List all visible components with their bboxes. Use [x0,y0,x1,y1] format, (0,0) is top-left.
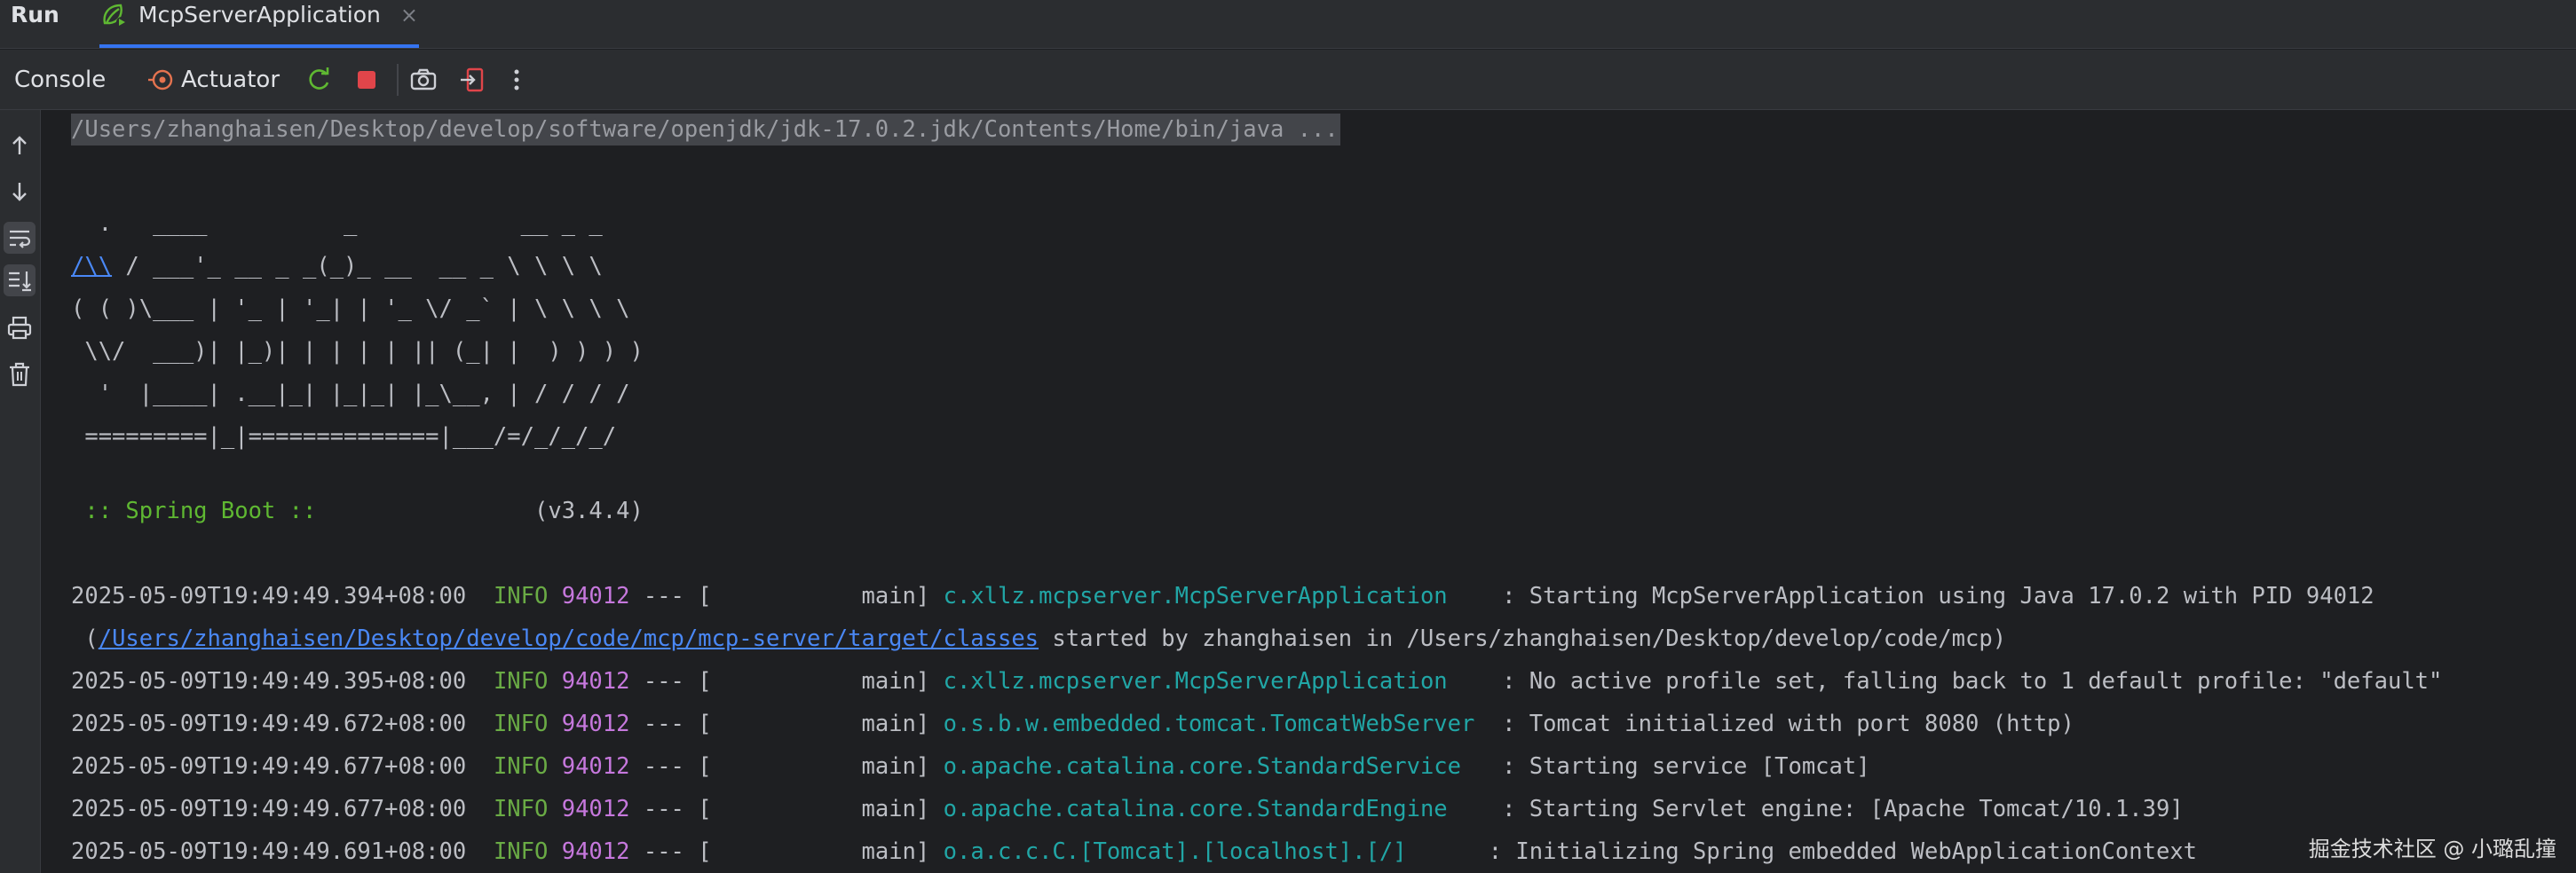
log-level: INFO [493,711,549,737]
scroll-to-end-icon[interactable] [4,264,36,296]
log-line: 2025-05-09T19:49:49.394+08:00 INFO 94012… [71,580,2375,612]
banner-line: =========|_|==============|___/=/_/_/_/ [71,423,617,450]
log-pid: 94012 [561,796,630,822]
log-logger: c.xllz.mcpserver.McpServerApplication [943,668,1448,695]
log-pid: 94012 [561,753,630,780]
log-message: : Tomcat initialized with port 8080 (htt… [1502,711,2074,737]
print-icon[interactable] [4,312,36,344]
log-logger: c.xllz.mcpserver.McpServerApplication [943,583,1448,610]
tab-label: McpServerApplication [138,2,381,28]
toolbar-separator [397,64,399,96]
tool-window-header: Run McpServerApplication × [0,0,2576,49]
log-line: 2025-05-09T19:49:49.677+08:00 INFO 94012… [71,793,2184,825]
log-timestamp: 2025-05-09T19:49:49.395+08:00 [71,668,467,695]
log-message: : Initializing Spring embedded WebApplic… [1488,838,2198,865]
log-timestamp: 2025-05-09T19:49:49.672+08:00 [71,711,467,737]
banner-line: \\/ ___)| |_)| | | | | || (_| | ) ) ) ) [71,338,644,365]
log-separator: --- [ [629,838,712,865]
log-level: INFO [493,796,549,822]
watermark: 掘金技术社区 @ 小璐乱撞 [2308,837,2556,861]
log-separator: --- [ [629,753,712,780]
log-padding [1407,838,1489,865]
log-thread: main] [711,711,930,737]
console-side-toolbar [0,110,41,873]
log-level: INFO [493,583,549,610]
log-message: : Starting McpServerApplication using Ja… [1502,583,2375,610]
log-separator: --- [ [629,711,712,737]
log-thread: main] [711,668,930,695]
log-logger: o.a.c.c.C.[Tomcat].[localhost].[/] [943,838,1407,865]
log-level: INFO [493,753,549,780]
stop-icon[interactable] [352,65,382,95]
log-level: INFO [493,838,549,865]
log-message: : Starting service [Tomcat] [1502,753,1870,780]
exit-icon[interactable] [457,65,487,95]
log-padding [1448,796,1502,822]
banner-line: . ____ _ __ _ _ [71,210,603,237]
banner-line: ' |____| .__|_| |_|_| |_\__, | / / / / [71,381,630,407]
log-logger: o.apache.catalina.core.StandardService [943,753,1461,780]
log-pid: 94012 [561,711,630,737]
console-output[interactable]: /Users/zhanghaisen/Desktop/develop/softw… [71,110,2576,873]
more-options-icon[interactable] [502,65,532,95]
banner-line-rest: / ___'_ __ _ _(_)_ __ __ _ \ \ \ \ [112,253,603,279]
log-padding [1448,668,1502,695]
close-tab-icon[interactable]: × [400,0,418,30]
log-timestamp: 2025-05-09T19:49:49.691+08:00 [71,838,467,865]
log-padding [1448,583,1502,610]
log-pid: 94012 [561,838,630,865]
tab-mcp-server-application[interactable]: McpServerApplication × [99,0,418,43]
log-separator: --- [ [629,583,712,610]
log-logger: o.s.b.w.embedded.tomcat.TomcatWebServer [943,711,1475,737]
soft-wrap-icon[interactable] [4,222,36,254]
log-message: : No active profile set, falling back to… [1502,668,2443,695]
log-timestamp: 2025-05-09T19:49:49.677+08:00 [71,796,467,822]
classes-path-link[interactable]: /Users/zhanghaisen/Desktop/develop/code/… [99,625,1039,652]
log-pid: 94012 [561,583,630,610]
arrow-up-icon[interactable] [4,130,36,161]
log-logger: o.apache.catalina.core.StandardEngine [943,796,1448,822]
banner-link[interactable]: /\\ [71,253,112,279]
log-thread: main] [711,838,930,865]
log-line: 2025-05-09T19:49:49.691+08:00 INFO 94012… [71,836,2197,868]
log-padding [1461,753,1502,780]
rerun-icon[interactable] [304,65,334,95]
spring-boot-version: (v3.4.4) [329,498,644,524]
arrow-down-icon[interactable] [4,176,36,208]
log-thread: main] [711,753,930,780]
banner-line: /\\ / ___'_ __ _ _(_)_ __ __ _ \ \ \ \ [71,250,603,282]
log-line: 2025-05-09T19:49:49.395+08:00 INFO 94012… [71,665,2442,697]
log-thread: main] [711,583,930,610]
log-thread: main] [711,796,930,822]
log-separator: --- [ [629,668,712,695]
log-continuation-line: (/Users/zhanghaisen/Desktop/develop/code… [71,623,2006,655]
log-separator: --- [ [629,796,712,822]
tab-actuator[interactable]: Actuator [181,50,280,110]
log-timestamp: 2025-05-09T19:49:49.394+08:00 [71,583,467,610]
java-command-line[interactable]: /Users/zhanghaisen/Desktop/develop/softw… [71,114,1340,146]
spring-boot-label: :: Spring Boot :: [71,498,330,524]
actuator-icon [148,69,173,90]
spring-run-icon [103,4,127,28]
tab-console[interactable]: Console [14,50,106,110]
camera-icon[interactable] [408,65,439,95]
log-level: INFO [493,668,549,695]
banner-line: ( ( )\___ | '_ | '_| | '_ \/ _` | \ \ \ … [71,295,630,322]
trash-icon[interactable] [4,358,36,390]
active-tab-indicator [99,44,419,48]
log-timestamp: 2025-05-09T19:49:49.677+08:00 [71,753,467,780]
log-line: 2025-05-09T19:49:49.677+08:00 INFO 94012… [71,751,1870,783]
spring-boot-version-line: :: Spring Boot :: (v3.4.4) [71,495,644,527]
log-pid: 94012 [561,668,630,695]
log-message: : Starting Servlet engine: [Apache Tomca… [1502,796,2184,822]
log-paren: ( [71,625,99,652]
console-toolbar: Console Actuator [0,50,2576,110]
log-message: started by zhanghaisen in /Users/zhangha… [1039,625,2007,652]
log-padding [1474,711,1502,737]
run-tool-window-title: Run [11,2,59,28]
log-line: 2025-05-09T19:49:49.672+08:00 INFO 94012… [71,708,2074,740]
